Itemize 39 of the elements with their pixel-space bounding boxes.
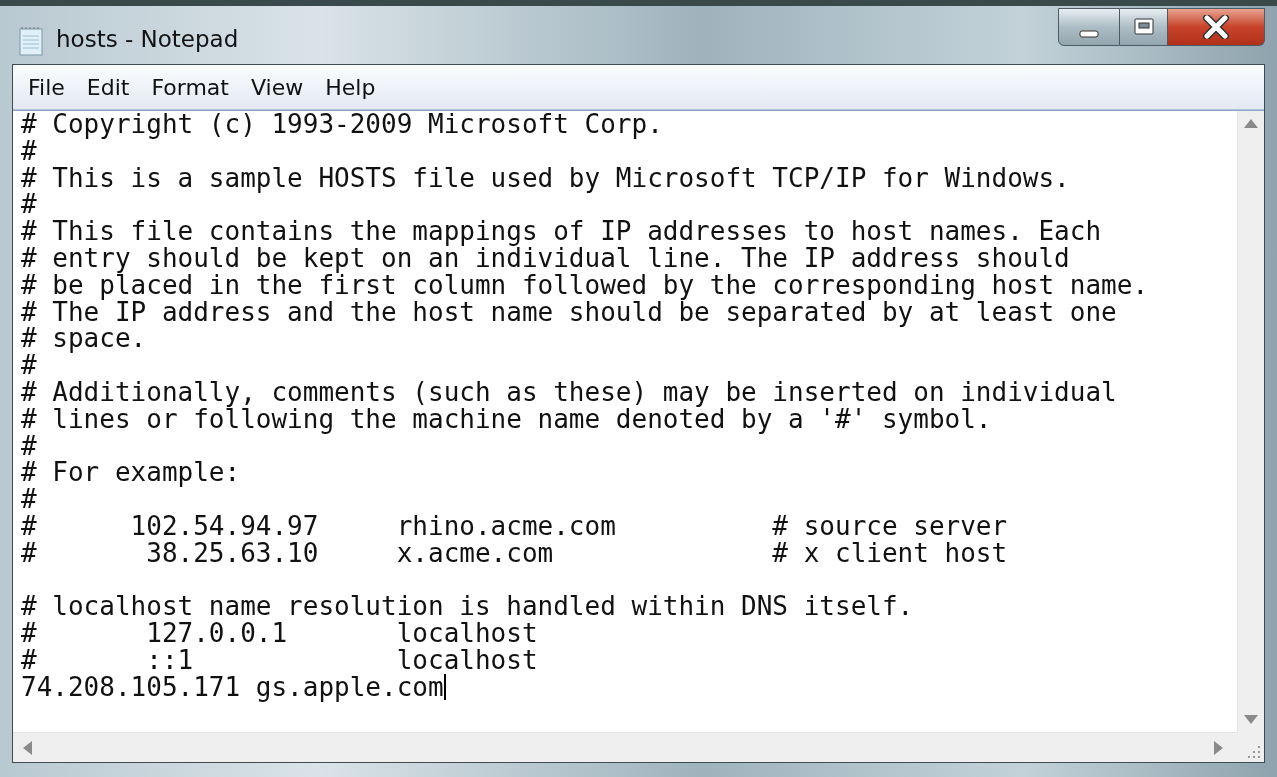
text-line: # Copyright (c) 1993-2009 Microsoft Corp. (21, 111, 663, 138)
text-line: # (21, 432, 37, 460)
text-line: # Additionally, comments (such as these) may be inserted on individual (21, 378, 1117, 406)
minimize-button[interactable] (1058, 8, 1120, 46)
text-line: # 127.0.0.1 localhost (21, 620, 538, 647)
window-title: hosts - Notepad (56, 26, 239, 52)
text-line: # localhost name resolution is handled within DNS itself. (21, 593, 914, 621)
text-line: # For example: (21, 459, 241, 487)
text-line: # (21, 486, 37, 513)
scroll-right-icon[interactable] (1214, 740, 1223, 755)
minimize-icon (1079, 30, 1099, 38)
close-icon (1202, 15, 1230, 39)
close-button[interactable] (1168, 8, 1265, 46)
text-line: # (21, 137, 37, 165)
text-line: 74.208.105.171 gs.apple.com (21, 673, 444, 701)
maximize-icon (1131, 16, 1156, 38)
text-line: # space. (21, 325, 147, 353)
vertical-scrollbar[interactable] (1237, 111, 1264, 732)
text-line: # 38.25.63.10 x.acme.com # x client host (21, 539, 1008, 567)
notepad-icon (18, 26, 46, 56)
text-line: # ::1 localhost (21, 646, 538, 674)
scroll-up-icon[interactable] (1244, 119, 1258, 128)
text-line: # This is a sample HOSTS file used by Microsoft TCP/IP for Windows. (21, 164, 1070, 192)
resize-grip-icon[interactable] (1245, 743, 1261, 759)
text-line: # This file contains the mappings of IP addresses to host names. Each (21, 218, 1102, 245)
text-line: # (21, 191, 37, 219)
text-line: # entry should be kept on an individual line. The IP address should (21, 245, 1070, 272)
menu-item[interactable]: Help (314, 70, 387, 104)
menu-item[interactable]: File (17, 70, 76, 104)
menu-item[interactable]: Format (140, 70, 240, 104)
text-line: # 102.54.94.97 rhino.acme.com # source server (21, 512, 1008, 540)
scroll-down-icon[interactable] (1244, 715, 1258, 724)
text-line: # (21, 352, 37, 379)
text-cursor (443, 673, 446, 700)
horizontal-scrollbar[interactable] (13, 732, 1237, 762)
scroll-left-icon[interactable] (23, 740, 32, 755)
menu-item[interactable]: View (239, 70, 315, 104)
menu-item[interactable]: Edit (75, 70, 141, 104)
maximize-button[interactable] (1120, 8, 1168, 46)
